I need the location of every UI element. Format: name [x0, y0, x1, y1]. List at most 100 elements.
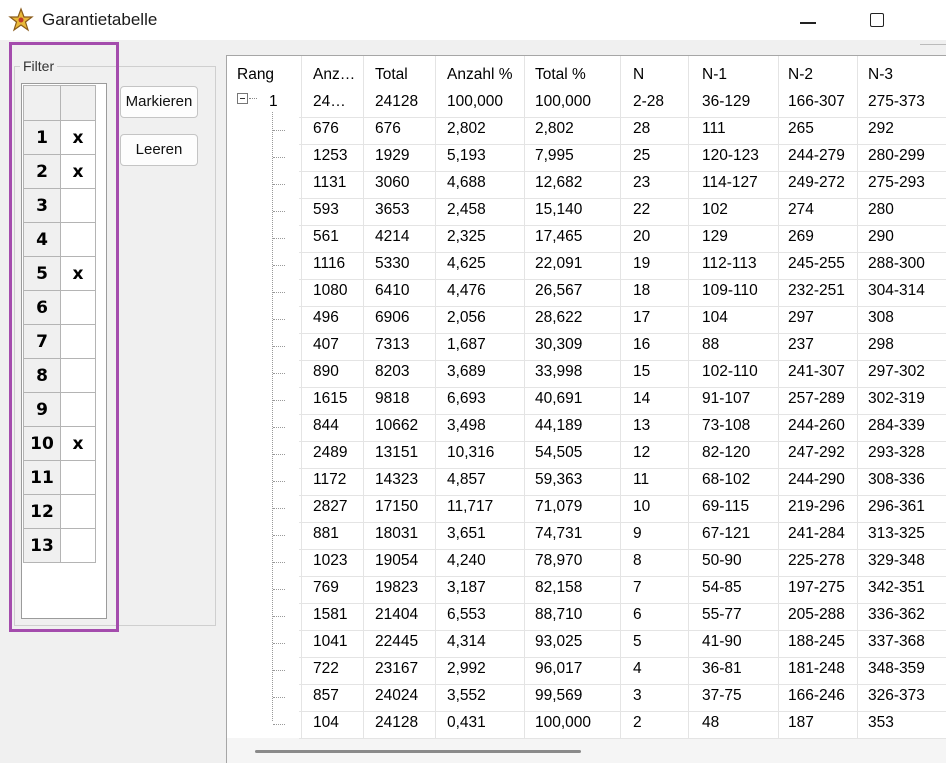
- tree-connector: [273, 697, 285, 698]
- filter-row-mark[interactable]: [60, 188, 96, 223]
- table-cell: 3,498: [447, 417, 486, 434]
- filter-row-mark[interactable]: x: [60, 154, 96, 189]
- filter-row-mark[interactable]: x: [60, 120, 96, 155]
- filter-row-mark[interactable]: [60, 290, 96, 325]
- filter-row-number[interactable]: 1: [23, 120, 61, 155]
- filter-row[interactable]: 5x: [23, 256, 96, 291]
- column-separator: [688, 56, 689, 738]
- table-cell: 6410: [375, 282, 410, 299]
- table-cell: 10: [633, 498, 651, 515]
- table-cell: 114-127: [702, 174, 758, 191]
- tree-connector: [273, 427, 285, 428]
- table-cell: 10,316: [447, 444, 495, 461]
- filter-row-number[interactable]: 10: [23, 426, 61, 461]
- guarantee-table[interactable]: Rang Anz… Total Anzahl % Total % N N-1 N-2 N-3 1 2…: [226, 55, 946, 763]
- header-total-pct[interactable]: Total %: [535, 66, 586, 84]
- header-n1[interactable]: N-1: [702, 66, 727, 84]
- table-cell: 336-362: [868, 606, 925, 623]
- table-cell: 73-108: [702, 417, 751, 434]
- filter-row[interactable]: 2x: [23, 154, 96, 189]
- filter-row-number[interactable]: 7: [23, 324, 61, 359]
- filter-row-mark[interactable]: [60, 460, 96, 495]
- table-cell: 33,998: [535, 363, 583, 380]
- table-cell: 722: [313, 660, 339, 677]
- table-cell: 71,079: [535, 498, 583, 515]
- header-n3[interactable]: N-3: [868, 66, 893, 84]
- filter-row-mark[interactable]: [60, 392, 96, 427]
- tree-connector: [273, 184, 285, 185]
- tree-connector: [273, 373, 285, 374]
- leeren-button[interactable]: Leeren: [120, 134, 198, 166]
- filter-row[interactable]: 3: [23, 188, 96, 223]
- filter-grid: 1 x 2 x 3 4 5 x 6 7 8 9 10 x 11 12 13: [23, 85, 96, 563]
- filter-row[interactable]: 7: [23, 324, 96, 359]
- table-cell: 17150: [375, 498, 419, 515]
- filter-row-number[interactable]: 6: [23, 290, 61, 325]
- table-cell: 593: [313, 201, 339, 218]
- filter-row-mark[interactable]: x: [60, 426, 96, 461]
- filter-row[interactable]: 10 x: [23, 426, 96, 461]
- table-cell: 232-251: [788, 282, 845, 299]
- filter-list[interactable]: 1 x 2 x 3 4 5 x 6 7 8 9 10 x 11 12 13: [21, 83, 107, 619]
- table-cell: 3,689: [447, 363, 486, 380]
- column-separator: [524, 56, 525, 738]
- markieren-button[interactable]: Markieren: [120, 86, 198, 118]
- filter-row[interactable]: 11: [23, 460, 96, 495]
- scrollbar-thumb[interactable]: [255, 750, 581, 753]
- header-total[interactable]: Total: [375, 66, 408, 84]
- filter-row-number[interactable]: 13: [23, 528, 61, 563]
- header-n2[interactable]: N-2: [788, 66, 813, 84]
- table-cell: 10662: [375, 417, 419, 434]
- table-cell: 249-272: [788, 174, 845, 191]
- table-cell: 496: [313, 309, 339, 326]
- table-cell: 54-85: [702, 579, 742, 596]
- filter-row[interactable]: 1x: [23, 120, 96, 155]
- filter-row-mark[interactable]: [60, 528, 96, 563]
- table-cell: 353: [868, 714, 894, 731]
- parent-cell: 36-129: [702, 93, 751, 110]
- table-cell: 13151: [375, 444, 419, 461]
- table-cell: 3: [633, 687, 642, 704]
- filter-row-number[interactable]: 9: [23, 392, 61, 427]
- filter-row-mark[interactable]: [60, 324, 96, 359]
- table-cell: 1080: [313, 282, 348, 299]
- header-anzahl[interactable]: Anz…: [313, 66, 355, 84]
- filter-row[interactable]: 6: [23, 290, 96, 325]
- filter-row-mark[interactable]: x: [60, 256, 96, 291]
- table-cell: 280-299: [868, 147, 925, 164]
- filter-row-number[interactable]: 8: [23, 358, 61, 393]
- filter-row-number[interactable]: 12: [23, 494, 61, 529]
- filter-row-number[interactable]: 3: [23, 188, 61, 223]
- table-cell: 881: [313, 525, 339, 542]
- minimize-button[interactable]: [790, 8, 830, 34]
- tree-connector: [273, 265, 285, 266]
- filter-row-mark[interactable]: [60, 494, 96, 529]
- filter-row-mark[interactable]: [60, 222, 96, 257]
- table-cell: 104: [702, 309, 728, 326]
- close-button[interactable]: [900, 0, 946, 45]
- horizontal-scrollbar[interactable]: [227, 738, 946, 763]
- header-n[interactable]: N: [633, 66, 644, 84]
- filter-row-number[interactable]: 2: [23, 154, 61, 189]
- header-anzahl-pct[interactable]: Anzahl %: [447, 66, 512, 84]
- collapse-icon[interactable]: [237, 93, 248, 104]
- header-rang[interactable]: Rang: [237, 66, 274, 84]
- filter-row-number[interactable]: 4: [23, 222, 61, 257]
- table-cell: 19054: [375, 552, 419, 569]
- filter-row[interactable]: 13: [23, 528, 96, 563]
- filter-row[interactable]: 8: [23, 358, 96, 393]
- table-cell: 102-110: [702, 363, 758, 380]
- filter-row[interactable]: 12: [23, 494, 96, 529]
- table-cell: 342-351: [868, 579, 925, 596]
- filter-row-number[interactable]: 11: [23, 460, 61, 495]
- row-separator: [299, 603, 946, 604]
- maximize-button[interactable]: [858, 8, 898, 34]
- filter-header-cell: [23, 85, 61, 121]
- filter-row-number[interactable]: 5: [23, 256, 61, 291]
- filter-header-row: [23, 85, 96, 121]
- table-cell: 30,309: [535, 336, 583, 353]
- filter-row[interactable]: 9: [23, 392, 96, 427]
- filter-row-mark[interactable]: [60, 358, 96, 393]
- table-cell: 2489: [313, 444, 348, 461]
- filter-row[interactable]: 4: [23, 222, 96, 257]
